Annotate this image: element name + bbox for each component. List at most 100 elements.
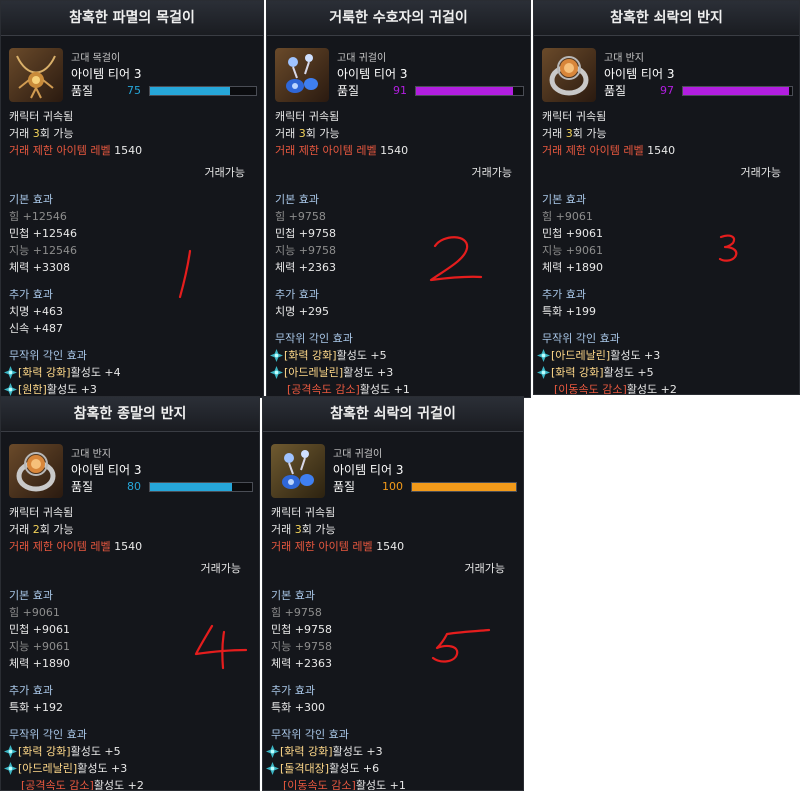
engraving-effect: [아드레날린] 활성도 +3 — [537, 347, 791, 364]
basic-effect-title: 기본 효과 — [275, 193, 319, 206]
item-grade: 고대 반지 — [604, 53, 644, 64]
quality-bar-fill — [412, 483, 516, 491]
item-tier: 아이템 티어 3 — [71, 67, 142, 81]
trade-prefix: 거래 — [9, 523, 33, 536]
engraving-name: 화력 강화 — [288, 349, 333, 362]
trade-restriction: 거래 제한 아이템 레벨 1540 — [271, 538, 515, 555]
engraving-value: 활성도 +2 — [626, 383, 677, 395]
basic-stat: 힘 +9758 — [275, 210, 326, 223]
quality-value: 91 — [393, 84, 407, 97]
engraving-name: 공격속도 감소 — [25, 779, 90, 791]
engraving-value: 활성도 +5 — [336, 349, 387, 362]
engraving-value: 활성도 +3 — [610, 349, 661, 362]
basic-effect-title: 기본 효과 — [542, 193, 586, 206]
engraving-effect: [공격속도 감소] 활성도 +2 — [9, 777, 251, 791]
trade-count-value: 3 — [294, 523, 302, 536]
basic-stat: 힘 +12546 — [9, 210, 67, 223]
engraving-gem-icon — [270, 349, 283, 362]
tradeable-status: 거래가능 — [200, 562, 241, 575]
trade-count-value: 2 — [32, 523, 40, 536]
quality-label: 품질 — [71, 84, 94, 98]
tradeable-status: 거래가능 — [740, 166, 781, 179]
engraving-title: 무작위 각인 효과 — [9, 728, 87, 741]
extra-stat: 특화 +199 — [542, 305, 596, 318]
trade-count-value: 3 — [32, 127, 40, 140]
engraving-name: 아드레날린 — [22, 762, 73, 775]
bound-status: 캐릭터 귀속됨 — [9, 110, 74, 123]
quality-bar-fill — [150, 87, 230, 95]
extra-stat: 치명 +295 — [275, 305, 329, 318]
item-tooltip-3: 참혹한 쇠락의 반지 고대 반지 아이템 티어 3 품질 97 캐릭터 귀속됨 거래 3회 … — [533, 0, 800, 395]
engraving-name: 아드레날린 — [288, 366, 339, 379]
bound-status: 캐릭터 귀속됨 — [9, 506, 74, 519]
quality-bar-fill — [150, 483, 232, 491]
extra-effect-title: 추가 효과 — [9, 684, 53, 697]
trade-count: 거래 2회 가능 — [9, 521, 251, 538]
basic-stat: 민첩 +9061 — [9, 623, 70, 636]
engraving-name: 화력 강화 — [284, 745, 329, 758]
basic-stat: 지능 +12546 — [9, 244, 77, 257]
quality-bar — [411, 482, 517, 492]
engraving-gem-icon — [266, 745, 279, 758]
restriction-value: 1540 — [372, 540, 405, 553]
engraving-name: 화력 강화 — [22, 366, 67, 379]
quality-label: 품질 — [333, 480, 356, 494]
engraving-title: 무작위 각인 효과 — [9, 349, 87, 362]
engraving-value: 활성도 +4 — [70, 366, 121, 379]
quality-value: 80 — [127, 480, 141, 493]
engraving-value: 활성도 +3 — [77, 762, 128, 775]
item-name: 참혹한 파멸의 목걸이 — [1, 1, 263, 36]
quality-value: 97 — [660, 84, 674, 97]
quality-label: 품질 — [71, 480, 94, 494]
basic-stat: 민첩 +9061 — [542, 227, 603, 240]
extra-effect-title: 추가 효과 — [275, 288, 319, 301]
extra-stat: 특화 +300 — [271, 701, 325, 714]
engraving-value: 활성도 +5 — [70, 745, 121, 758]
item-tooltip-1: 참혹한 파멸의 목걸이 고대 목걸이 아이템 티어 3 품질 75 캐릭터 귀속됨 거래 3… — [0, 0, 264, 398]
restriction-value: 1540 — [110, 144, 143, 157]
item-tier: 아이템 티어 3 — [333, 463, 404, 477]
trade-restriction: 거래 제한 아이템 레벨 1540 — [9, 142, 255, 159]
quality-label: 품질 — [604, 84, 627, 98]
trade-prefix: 거래 — [542, 127, 566, 140]
quality-bar — [149, 86, 257, 96]
basic-stat: 지능 +9758 — [271, 640, 332, 653]
engraving-effect: [화력 강화] 활성도 +3 — [266, 743, 515, 760]
basic-stat: 힘 +9758 — [271, 606, 322, 619]
engraving-effect: [화력 강화] 활성도 +5 — [537, 364, 791, 381]
basic-effect-title: 기본 효과 — [9, 589, 53, 602]
extra-stat: 특화 +192 — [9, 701, 63, 714]
item-grade: 고대 반지 — [71, 449, 111, 460]
quality-bar — [682, 86, 793, 96]
item-name: 거룩한 수호자의 귀걸이 — [267, 1, 530, 36]
engraving-gem-icon — [4, 366, 17, 379]
item-grade: 고대 목걸이 — [71, 53, 121, 64]
item-name: 참혹한 쇠락의 귀걸이 — [263, 397, 523, 432]
trade-count-value: 3 — [565, 127, 573, 140]
engraving-gem-icon — [4, 745, 17, 758]
trade-restriction: 거래 제한 아이템 레벨 1540 — [275, 142, 522, 159]
tradeable-status: 거래가능 — [464, 562, 505, 575]
trade-count: 거래 3회 가능 — [271, 521, 515, 538]
extra-stat: 신속 +487 — [9, 322, 63, 335]
bound-status: 캐릭터 귀속됨 — [542, 110, 607, 123]
basic-stat: 체력 +1890 — [9, 657, 70, 670]
engraving-name: 이동속도 감소 — [558, 383, 623, 395]
bound-status: 캐릭터 귀속됨 — [275, 110, 340, 123]
engraving-value: 활성도 +6 — [329, 762, 380, 775]
trade-suffix: 회 가능 — [301, 523, 336, 536]
trade-prefix: 거래 — [271, 523, 295, 536]
quality-bar — [149, 482, 253, 492]
trade-suffix: 회 가능 — [572, 127, 607, 140]
engraving-name: 화력 강화 — [22, 745, 67, 758]
engraving-effect: [아드레날린] 활성도 +3 — [4, 760, 251, 777]
engraving-value: 활성도 +2 — [93, 779, 144, 791]
item-grade: 고대 귀걸이 — [333, 449, 383, 460]
engraving-value: 활성도 +5 — [603, 366, 654, 379]
engraving-effect: [화력 강화] 활성도 +5 — [4, 743, 251, 760]
quality-value: 100 — [382, 480, 403, 493]
basic-stat: 지능 +9758 — [275, 244, 336, 257]
engraving-effect: [이동속도 감소] 활성도 +2 — [542, 381, 791, 395]
item-tooltip-5: 참혹한 쇠락의 귀걸이 고대 귀걸이 아이템 티어 3 품질 100 캐릭터 귀속됨 거래 … — [262, 396, 524, 791]
earring-icon — [275, 48, 329, 102]
